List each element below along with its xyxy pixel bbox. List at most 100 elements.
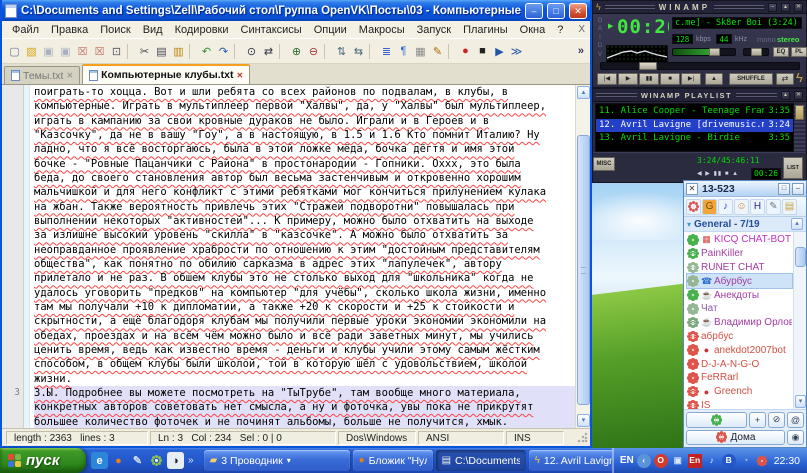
quick-launch-firefox-icon[interactable]: ● bbox=[110, 452, 127, 469]
editor-text-line[interactable]: способом, в общем клубы были школой, той… bbox=[34, 357, 575, 371]
contact-row[interactable]: FeRRarl bbox=[687, 371, 792, 385]
minimize-button[interactable]: – bbox=[525, 2, 543, 19]
resize-grip[interactable] bbox=[576, 431, 588, 444]
tools-button[interactable]: ✎ bbox=[766, 198, 781, 215]
contact-row[interactable]: ● Greench bbox=[687, 385, 792, 399]
editor-text-line[interactable]: жизни. bbox=[34, 372, 575, 386]
privacy-eye-button[interactable]: ◉ bbox=[787, 429, 804, 445]
icq-minimize-button[interactable]: – bbox=[792, 182, 804, 195]
editor-text-line[interactable]: обедах, проездах и на всём чём можно был… bbox=[34, 329, 575, 343]
tray-lang-en-icon[interactable]: En bbox=[687, 453, 702, 468]
quick-launch-feather-icon[interactable]: ✎ bbox=[129, 452, 146, 469]
smileys-button[interactable]: ☺ bbox=[734, 198, 749, 215]
find-icon[interactable]: ⊙ bbox=[243, 42, 260, 61]
editor-text-line[interactable]: большее количество фоточек и не починят … bbox=[34, 414, 575, 428]
paste-icon[interactable]: ▥ bbox=[170, 42, 187, 61]
copy-icon[interactable]: ▤ bbox=[153, 42, 170, 61]
editor-text-line[interactable]: поиграть-то хоцца. Вот и шли ребята со в… bbox=[34, 85, 575, 99]
text-content[interactable]: поиграть-то хоцца. Вот и шли ребята со в… bbox=[30, 85, 575, 428]
macro-stop-icon[interactable]: ■ bbox=[474, 42, 491, 61]
replace-icon[interactable]: ⇄ bbox=[260, 42, 277, 61]
menu-item[interactable]: Опции bbox=[308, 23, 353, 37]
open-file-icon[interactable]: ▨ bbox=[23, 42, 40, 61]
volume-thumb[interactable] bbox=[709, 48, 720, 56]
editor-text-line[interactable]: выполнении некоторых "активностей"... К … bbox=[34, 214, 575, 228]
tray-red-app-icon[interactable]: O bbox=[653, 453, 668, 468]
play-button[interactable]: ▶ bbox=[618, 73, 638, 85]
tab-close-icon[interactable]: ✕ bbox=[66, 71, 73, 80]
seek-thumb[interactable] bbox=[639, 62, 657, 70]
title-bar[interactable]: C:\Documents and Settings\Zell\Рабочий с… bbox=[2, 0, 590, 21]
editor-text-line[interactable]: ладно, что я всё восторгаюсь, была в это… bbox=[34, 142, 575, 156]
contact-row[interactable]: D-J-A-N-G-O bbox=[687, 357, 792, 371]
show-symbols-icon[interactable]: ¶ bbox=[395, 42, 412, 61]
winamp-lightning-icon[interactable]: ϟ bbox=[796, 70, 803, 85]
scrollbar-thumb[interactable] bbox=[577, 135, 590, 405]
list-options-button[interactable]: LIST bbox=[783, 157, 803, 179]
editor-text-line[interactable]: скрытности, а ещё благодоря клубам мы по… bbox=[34, 314, 575, 328]
contact-row[interactable]: абрбус bbox=[687, 330, 792, 344]
print-icon[interactable]: ⊡ bbox=[108, 42, 125, 61]
menu-item[interactable]: Макросы bbox=[353, 23, 411, 37]
quick-launch-app-icon[interactable]: ◑ bbox=[167, 452, 184, 469]
zoom-out-icon[interactable]: ⊖ bbox=[305, 42, 322, 61]
menu-item[interactable]: Вид bbox=[137, 23, 169, 37]
history-button[interactable]: H bbox=[750, 198, 765, 215]
winamp-close-button[interactable]: ✕ bbox=[794, 2, 803, 12]
icq-title-bar[interactable]: ✕ 13-523 □ – bbox=[684, 181, 806, 197]
menu-item[interactable]: Плагины bbox=[457, 23, 514, 37]
playlist-row[interactable]: 12. Avril Lavigne [drivemusic.me] - S...… bbox=[596, 118, 793, 132]
contact-row[interactable]: ▦ KICQ CHAT-BOT bbox=[687, 233, 792, 247]
menu-item[interactable]: Кодировки bbox=[169, 23, 235, 37]
cut-icon[interactable]: ✂ bbox=[136, 42, 153, 61]
clutterbar-letter[interactable]: O bbox=[596, 17, 604, 25]
shuffle-button[interactable]: SHUFFLE bbox=[729, 73, 773, 85]
editor-text-line[interactable]: ценить время, ведь как известно время - … bbox=[34, 343, 575, 357]
visualizer[interactable] bbox=[606, 45, 668, 63]
contact-scrollbar-thumb[interactable] bbox=[795, 247, 806, 267]
time-display[interactable]: 00:26 bbox=[617, 16, 669, 40]
contact-row[interactable]: PainKiller bbox=[687, 247, 792, 261]
menu-item[interactable]: Поиск bbox=[94, 23, 136, 37]
tray-display-icon[interactable]: ▣ bbox=[671, 454, 685, 468]
word-wrap-icon[interactable]: ≣ bbox=[378, 42, 395, 61]
icq-close-icon[interactable]: ✕ bbox=[686, 182, 698, 195]
tab-close-icon[interactable]: ✕ bbox=[237, 71, 244, 80]
home-status-button[interactable]: Дома bbox=[686, 429, 785, 445]
quick-launch-icq-icon[interactable] bbox=[148, 452, 165, 469]
groups-button[interactable]: G bbox=[702, 198, 717, 215]
editor-text-line[interactable]: неоправданное проявление храбрости по от… bbox=[34, 243, 575, 257]
editor-scrollbar[interactable]: ▴ ▾ bbox=[575, 85, 590, 428]
contact-list-scrollbar[interactable]: ▾ bbox=[793, 232, 806, 409]
contact-row[interactable]: IS bbox=[687, 399, 792, 409]
playlist-row[interactable]: 13. Avril Lavigne - Birdie 3:35 bbox=[596, 132, 793, 146]
contact-row[interactable]: Чат bbox=[687, 302, 792, 316]
eq-button[interactable]: EQ bbox=[773, 47, 789, 57]
winamp-minimize-button[interactable]: – bbox=[768, 2, 777, 12]
language-indicator[interactable]: EN bbox=[620, 455, 634, 466]
playlist-scrollbar-thumb[interactable] bbox=[795, 105, 804, 120]
save-all-icon[interactable]: ▣ bbox=[57, 42, 74, 61]
tray-clock-app-icon[interactable]: ◔ bbox=[739, 454, 753, 468]
next-button[interactable]: ▶| bbox=[681, 73, 701, 85]
stop-button[interactable]: ■ bbox=[660, 73, 680, 85]
contact-row[interactable]: ☕ Владимир Орлов bbox=[687, 316, 792, 330]
tray-volume-icon[interactable]: ♪ bbox=[705, 454, 719, 468]
close-file-icon[interactable]: ☒ bbox=[74, 42, 91, 61]
undo-icon[interactable]: ↶ bbox=[198, 42, 215, 61]
line-number-gutter[interactable]: 3 bbox=[2, 85, 24, 428]
repeat-button[interactable]: ⇄ bbox=[776, 73, 794, 85]
pl-button[interactable]: PL bbox=[791, 47, 807, 57]
contact-row[interactable]: ● anekdot2007bot bbox=[687, 343, 792, 357]
playlist-row[interactable]: 11. Alice Cooper - Teenage Franken... 3:… bbox=[596, 105, 793, 119]
seek-bar[interactable] bbox=[600, 62, 800, 70]
track-title-marquee[interactable]: c.me] - Sk8er Boi (3:24) *** 12.. bbox=[672, 17, 802, 29]
mail-button[interactable]: @ bbox=[787, 412, 804, 428]
balance-thumb[interactable] bbox=[751, 48, 762, 56]
macro-record-icon[interactable]: ● bbox=[457, 42, 474, 61]
add-contact-button[interactable]: + bbox=[749, 412, 766, 428]
zoom-in-icon[interactable]: ⊕ bbox=[288, 42, 305, 61]
playlist-title-bar[interactable]: WINAMP PLAYLIST ▴ ✕ bbox=[593, 89, 806, 102]
indent-guide-icon[interactable]: ▦ bbox=[412, 42, 429, 61]
editor-text-line[interactable]: "Казсочку", да не в вашу "Гоу", а в наст… bbox=[34, 128, 575, 142]
